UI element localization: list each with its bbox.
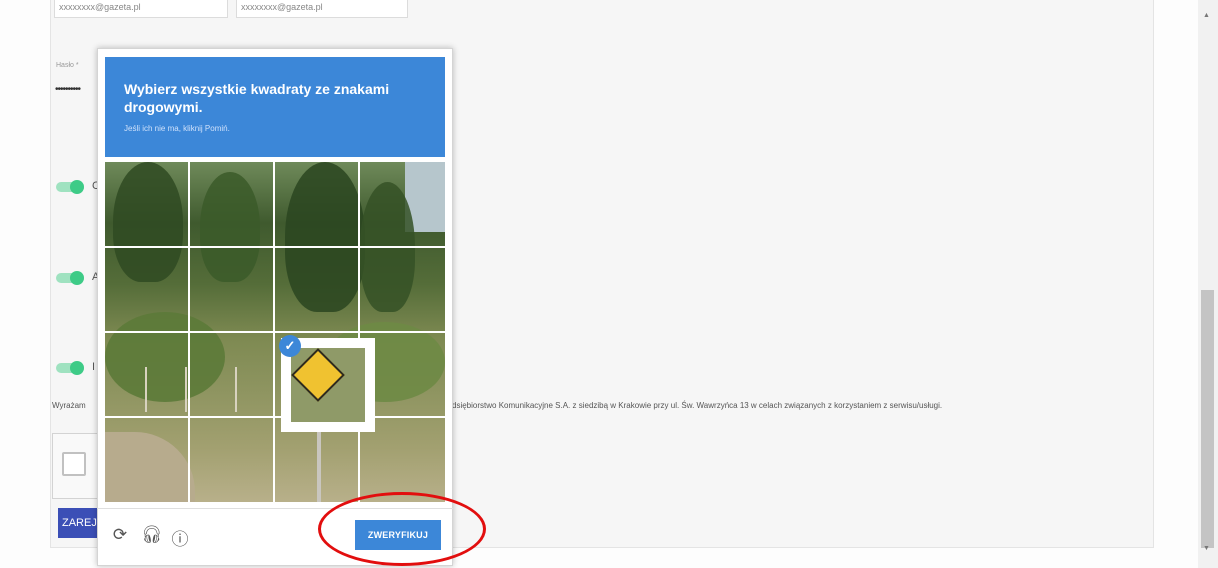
- challenge-image-grid[interactable]: [105, 162, 445, 502]
- scroll-up-icon[interactable]: ▲: [1203, 12, 1210, 19]
- consent-toggle-2[interactable]: [56, 271, 86, 285]
- grid-line: [105, 331, 445, 333]
- road: [105, 432, 195, 502]
- consent-toggle-3-label: I: [92, 361, 96, 373]
- reload-icon[interactable]: ⟳: [110, 525, 130, 545]
- challenge-subtitle: Jeśli ich nie ma, kliknij Pomiń.: [124, 124, 230, 133]
- challenge-title: Wybierz wszystkie kwadraty ze znakami dr…: [124, 80, 434, 116]
- challenge-title-text: Wybierz wszystkie kwadraty ze: [124, 81, 334, 97]
- scrollbar-thumb[interactable]: [1201, 290, 1214, 548]
- fence-post: [235, 367, 237, 412]
- register-button[interactable]: ZAREJESTRUJ: [58, 508, 102, 538]
- tree: [285, 162, 365, 312]
- tree: [200, 172, 260, 282]
- grid-line: [105, 246, 445, 248]
- fence-post: [185, 367, 187, 412]
- consent-toggle-1[interactable]: [56, 180, 86, 194]
- bush: [105, 312, 225, 402]
- consent-text-end: dsiębiorstwo Komunikacyjne S.A. z siedzi…: [452, 401, 943, 410]
- headphones-icon[interactable]: 🎧︎: [141, 525, 163, 545]
- recaptcha-checkbox[interactable]: [62, 452, 86, 476]
- info-icon[interactable]: ⓘ: [170, 525, 190, 550]
- tile-selected-check-icon: ✓: [279, 335, 301, 357]
- fence-post: [145, 367, 147, 412]
- verify-button[interactable]: ZWERYFIKUJ: [355, 520, 441, 550]
- consent-toggle-3[interactable]: [56, 361, 86, 375]
- password-label: Hasło *: [56, 62, 79, 69]
- password-field[interactable]: ••••••••••: [55, 84, 81, 95]
- challenge-footer-divider: [97, 508, 453, 509]
- email-confirm-field[interactable]: xxxxxxxx@gazeta.pl: [236, 0, 408, 18]
- tree: [113, 162, 183, 282]
- sign-post: [317, 420, 321, 502]
- grid-line: [105, 416, 445, 418]
- email-field[interactable]: xxxxxxxx@gazeta.pl: [54, 0, 228, 18]
- consent-text-start: Wyrażam: [52, 401, 86, 410]
- scroll-down-icon[interactable]: ▼: [1203, 545, 1210, 552]
